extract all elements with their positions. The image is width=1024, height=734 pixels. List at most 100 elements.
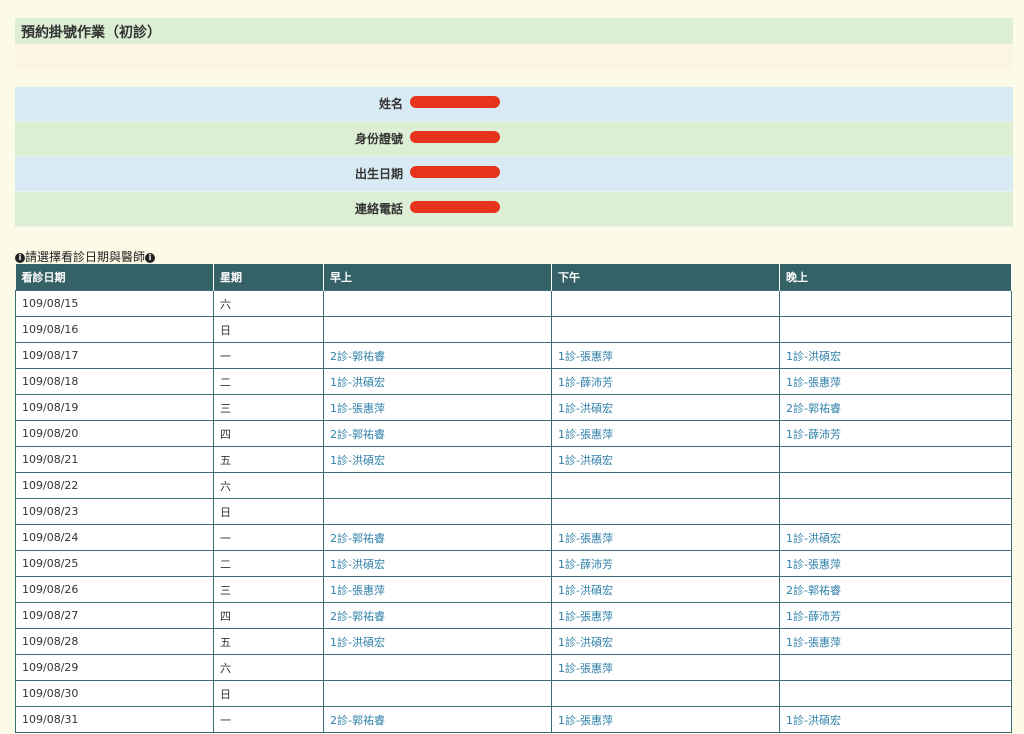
- afternoon-slot[interactable]: 1診-張惠萍: [551, 654, 780, 681]
- afternoon-slot[interactable]: 1診-洪碩宏: [551, 394, 780, 421]
- morning-slot[interactable]: 2診-郭祐睿: [323, 342, 552, 369]
- date-cell: 109/08/29: [15, 654, 214, 681]
- subtitle-bar: [15, 44, 1013, 70]
- schedule-table: 看診日期 星期 早上 下午 晚上 109/08/15 六 109/08/16 日 109…: [15, 264, 1012, 733]
- afternoon-slot: [551, 290, 780, 317]
- table-row: 109/08/22 六: [15, 472, 1012, 499]
- info-icon: i: [145, 253, 156, 263]
- weekday-cell: 五: [213, 446, 324, 473]
- afternoon-slot[interactable]: 1診-洪碩宏: [551, 446, 780, 473]
- evening-slot: [779, 498, 1012, 525]
- evening-slot[interactable]: 2診-郭祐睿: [779, 394, 1012, 421]
- date-cell: 109/08/20: [15, 420, 214, 447]
- evening-slot[interactable]: 1診-薛沛芳: [779, 420, 1012, 447]
- morning-slot[interactable]: 1診-洪碩宏: [323, 446, 552, 473]
- table-row: 109/08/24 一 2診-郭祐睿 1診-張惠萍 1診-洪碩宏: [15, 524, 1012, 551]
- instruction-text: 請選擇看診日期與醫師: [25, 250, 146, 264]
- table-row: 109/08/19 三 1診-張惠萍 1診-洪碩宏 2診-郭祐睿: [15, 394, 1012, 421]
- evening-slot[interactable]: 2診-郭祐睿: [779, 576, 1012, 603]
- evening-slot: [779, 316, 1012, 343]
- date-cell: 109/08/24: [15, 524, 214, 551]
- column-header-evening: 晚上: [779, 264, 1012, 291]
- afternoon-slot[interactable]: 1診-洪碩宏: [551, 576, 780, 603]
- evening-slot[interactable]: 1診-洪碩宏: [779, 524, 1012, 551]
- birth-date-label: 出生日期: [354, 167, 403, 181]
- morning-slot: [323, 498, 552, 525]
- table-row: 109/08/30 日: [15, 680, 1012, 707]
- weekday-cell: 日: [213, 316, 324, 343]
- table-row: 109/08/20 四 2診-郭祐睿 1診-張惠萍 1診-薛沛芳: [15, 420, 1012, 447]
- evening-slot: [779, 446, 1012, 473]
- birth-date-redacted-value: [410, 166, 500, 178]
- table-row: 109/08/26 三 1診-張惠萍 1診-洪碩宏 2診-郭祐睿: [15, 576, 1012, 603]
- afternoon-slot[interactable]: 1診-張惠萍: [551, 342, 780, 369]
- id-number-label: 身份證號: [354, 132, 403, 146]
- evening-slot[interactable]: 1診-洪碩宏: [779, 706, 1012, 733]
- weekday-cell: 日: [213, 498, 324, 525]
- phone-redacted-value: [410, 201, 500, 213]
- table-row: 109/08/21 五 1診-洪碩宏 1診-洪碩宏: [15, 446, 1012, 473]
- morning-slot[interactable]: 1診-張惠萍: [323, 394, 552, 421]
- evening-slot: [779, 680, 1012, 707]
- table-row: 109/08/28 五 1診-洪碩宏 1診-洪碩宏 1診-張惠萍: [15, 628, 1012, 655]
- morning-slot: [323, 290, 552, 317]
- weekday-cell: 六: [213, 654, 324, 681]
- weekday-cell: 五: [213, 628, 324, 655]
- column-header-date: 看診日期: [15, 264, 214, 291]
- table-row: 109/08/23 日: [15, 498, 1012, 525]
- weekday-cell: 日: [213, 680, 324, 707]
- date-cell: 109/08/28: [15, 628, 214, 655]
- weekday-cell: 六: [213, 472, 324, 499]
- table-row: 109/08/16 日: [15, 316, 1012, 343]
- table-row: 109/08/31 一 2診-郭祐睿 1診-張惠萍 1診-洪碩宏: [15, 706, 1012, 733]
- date-cell: 109/08/16: [15, 316, 214, 343]
- evening-slot: [779, 472, 1012, 499]
- table-row: 109/08/17 一 2診-郭祐睿 1診-張惠萍 1診-洪碩宏: [15, 342, 1012, 369]
- afternoon-slot[interactable]: 1診-洪碩宏: [551, 628, 780, 655]
- evening-slot[interactable]: 1診-薛沛芳: [779, 602, 1012, 629]
- afternoon-slot[interactable]: 1診-張惠萍: [551, 706, 780, 733]
- morning-slot[interactable]: 2診-郭祐睿: [323, 602, 552, 629]
- afternoon-slot[interactable]: 1診-張惠萍: [551, 524, 780, 551]
- weekday-cell: 四: [213, 602, 324, 629]
- table-row: 109/08/18 二 1診-洪碩宏 1診-薛沛芳 1診-張惠萍: [15, 368, 1012, 395]
- weekday-cell: 六: [213, 290, 324, 317]
- morning-slot[interactable]: 1診-張惠萍: [323, 576, 552, 603]
- patient-info-form: 姓名 身份證號 出生日期 連絡電話: [15, 87, 1013, 227]
- weekday-cell: 一: [213, 524, 324, 551]
- morning-slot[interactable]: 2診-郭祐睿: [323, 420, 552, 447]
- afternoon-slot: [551, 680, 780, 707]
- date-cell: 109/08/30: [15, 680, 214, 707]
- morning-slot[interactable]: 1診-洪碩宏: [323, 628, 552, 655]
- morning-slot[interactable]: 1診-洪碩宏: [323, 550, 552, 577]
- instruction-line: i 請選擇看診日期與醫師 i: [15, 248, 156, 265]
- weekday-cell: 三: [213, 576, 324, 603]
- date-cell: 109/08/15: [15, 290, 214, 317]
- name-row: 姓名: [15, 87, 1013, 122]
- weekday-cell: 一: [213, 706, 324, 733]
- morning-slot[interactable]: 2診-郭祐睿: [323, 524, 552, 551]
- column-header-afternoon: 下午: [551, 264, 780, 291]
- evening-slot[interactable]: 1診-張惠萍: [779, 368, 1012, 395]
- morning-slot[interactable]: 2診-郭祐睿: [323, 706, 552, 733]
- date-cell: 109/08/27: [15, 602, 214, 629]
- date-cell: 109/08/18: [15, 368, 214, 395]
- evening-slot[interactable]: 1診-張惠萍: [779, 628, 1012, 655]
- info-icon: i: [15, 253, 25, 263]
- date-cell: 109/08/25: [15, 550, 214, 577]
- afternoon-slot: [551, 472, 780, 499]
- weekday-cell: 二: [213, 368, 324, 395]
- phone-row: 連絡電話: [15, 192, 1013, 227]
- afternoon-slot[interactable]: 1診-薛沛芳: [551, 550, 780, 577]
- id-number-redacted-value: [410, 131, 500, 143]
- afternoon-slot[interactable]: 1診-張惠萍: [551, 420, 780, 447]
- morning-slot[interactable]: 1診-洪碩宏: [323, 368, 552, 395]
- weekday-cell: 一: [213, 342, 324, 369]
- evening-slot[interactable]: 1診-洪碩宏: [779, 342, 1012, 369]
- table-row: 109/08/27 四 2診-郭祐睿 1診-張惠萍 1診-薛沛芳: [15, 602, 1012, 629]
- birth-date-row: 出生日期: [15, 157, 1013, 192]
- weekday-cell: 二: [213, 550, 324, 577]
- evening-slot[interactable]: 1診-張惠萍: [779, 550, 1012, 577]
- afternoon-slot[interactable]: 1診-薛沛芳: [551, 368, 780, 395]
- afternoon-slot[interactable]: 1診-張惠萍: [551, 602, 780, 629]
